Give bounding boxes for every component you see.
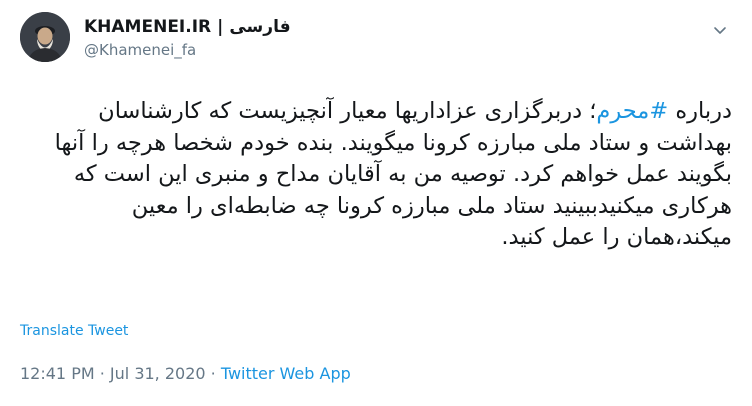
author-handle[interactable]: @Khamenei_fa (84, 41, 291, 59)
tweet-date[interactable]: Jul 31, 2020 (110, 364, 206, 383)
avatar-portrait-icon (20, 12, 70, 62)
tweet-text: درباره #محرم؛ دربرگزاری عزاداریها معیار … (20, 96, 732, 254)
tweet-meta: 12:41 PM · Jul 31, 2020 · Twitter Web Ap… (20, 364, 351, 383)
meta-separator: · (94, 364, 110, 383)
chevron-down-icon[interactable] (712, 22, 728, 38)
author-language-label[interactable]: فارسی (229, 16, 290, 38)
avatar[interactable] (20, 12, 70, 62)
name-separator: | (217, 17, 224, 37)
tweet-time[interactable]: 12:41 PM (20, 364, 95, 383)
meta-separator: · (205, 364, 221, 383)
translate-tweet-link[interactable]: Translate Tweet (20, 323, 128, 339)
tweet-text-prefix: درباره (668, 98, 732, 124)
author-block: KHAMENEI.IR | فارسی @Khamenei_fa (84, 16, 291, 59)
hashtag-link[interactable]: #محرم (596, 98, 668, 124)
author-name[interactable]: KHAMENEI.IR (84, 16, 211, 38)
author-name-line[interactable]: KHAMENEI.IR | فارسی (84, 16, 291, 38)
source-app-link[interactable]: Twitter Web App (221, 364, 351, 383)
tweet-card: KHAMENEI.IR | فارسی @Khamenei_fa درباره … (0, 0, 752, 406)
